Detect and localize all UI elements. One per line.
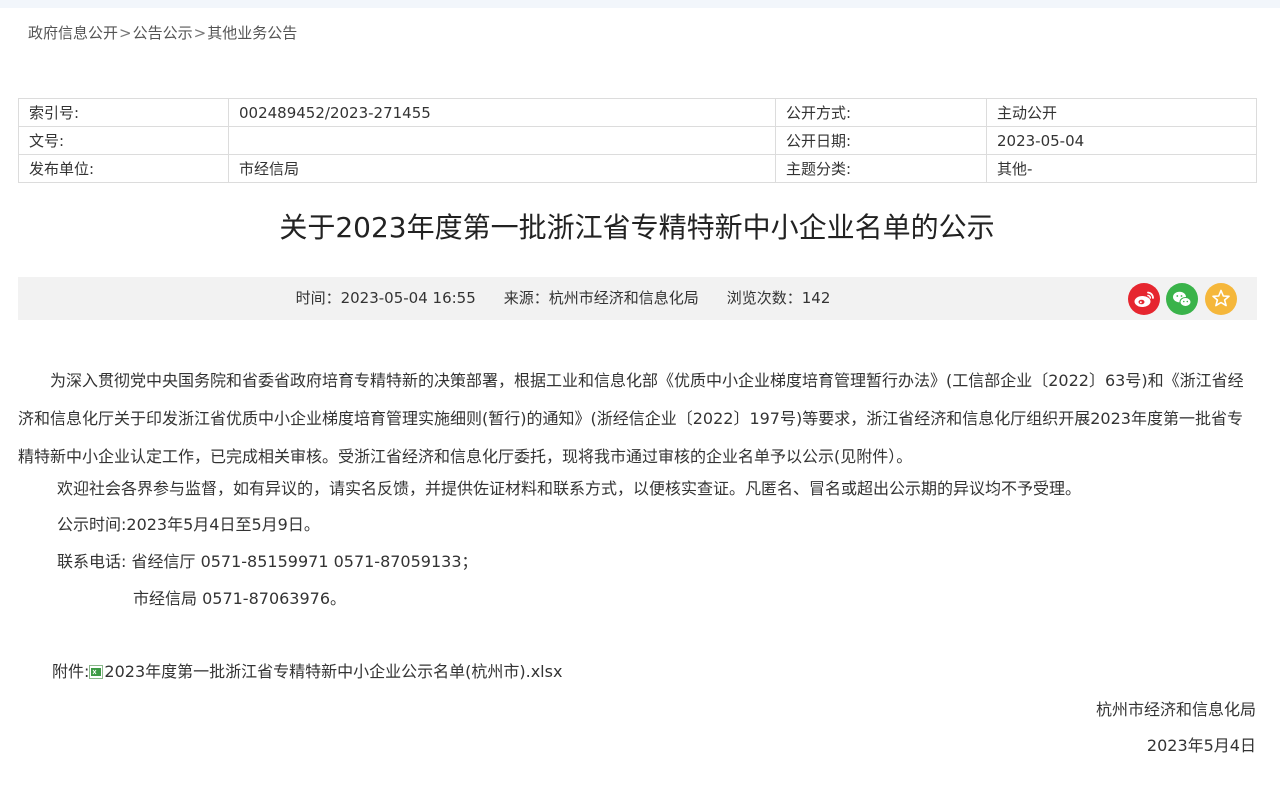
attachment-link[interactable]: 2023年度第一批浙江省专精特新中小企业公示名单(杭州市).xlsx (104, 662, 562, 681)
breadcrumb-link-gov-info[interactable]: 政府信息公开 (28, 24, 118, 42)
star-icon (1205, 283, 1237, 315)
breadcrumb-link-announcements[interactable]: 公告公示 (133, 24, 193, 42)
article-source: 来源：杭州市经济和信息化局 (503, 289, 699, 307)
body-paragraph: 欢迎社会各界参与监督，如有异议的，请实名反馈，并提供佐证材料和联系方式，以便核实… (57, 479, 1082, 498)
body-paragraph: 市经信局 0571-87063976。 (133, 589, 347, 608)
wechat-icon (1166, 283, 1198, 315)
breadcrumb-link-other-announcements[interactable]: 其他业务公告 (207, 24, 297, 42)
meta-row: 文号: 公开日期: 2023-05-04 (18, 126, 1257, 155)
doc-no-label: 文号: (18, 126, 229, 155)
doc-no-value (228, 126, 776, 155)
weibo-icon (1128, 283, 1160, 315)
excel-file-icon (89, 663, 104, 679)
share-weibo-button[interactable] (1128, 283, 1160, 315)
method-label: 公开方式: (775, 98, 987, 127)
date-label: 公开日期: (775, 126, 987, 155)
index-value: 002489452/2023-271455 (228, 98, 776, 127)
sign-date: 2023年5月4日 (1146, 736, 1256, 755)
article-info: 时间：2023-05-04 16:55 来源：杭州市经济和信息化局 浏览次数：142 (18, 277, 1108, 320)
date-value: 2023-05-04 (986, 126, 1257, 155)
meta-row: 发布单位: 市经信局 主题分类: 其他- (18, 154, 1257, 183)
document-meta-table: 索引号: 002489452/2023-271455 公开方式: 主动公开 文号… (18, 98, 1257, 183)
publish-time: 时间：2023-05-04 16:55 (295, 289, 476, 307)
breadcrumb-separator: > (193, 24, 207, 42)
method-value: 主动公开 (986, 98, 1257, 127)
breadcrumb: 政府信息公开>公告公示>其他业务公告 (28, 22, 297, 43)
category-label: 主题分类: (775, 154, 987, 183)
breadcrumb-separator: > (119, 24, 132, 42)
publisher-value: 市经信局 (228, 154, 776, 183)
share-wechat-button[interactable] (1166, 283, 1198, 315)
body-paragraph: 公示时间:2023年5月4日至5月9日。 (57, 515, 320, 534)
attachment-label: 附件: (52, 662, 90, 681)
body-paragraph: 联系电话: 省经信厅 0571-85159971 0571-87059133； (57, 552, 478, 571)
body-paragraph: 为深入贯彻党中央国务院和省委省政府培育专精特新的决策部署，根据工业和信息化部《优… (18, 371, 1244, 466)
meta-row: 索引号: 002489452/2023-271455 公开方式: 主动公开 (18, 98, 1257, 127)
category-value: 其他- (986, 154, 1257, 183)
attachment-line: 附件: 2023年度第一批浙江省专精特新中小企业公示名单(杭州市).xlsx (52, 661, 562, 683)
favorite-button[interactable] (1205, 283, 1237, 315)
publisher-label: 发布单位: (18, 154, 229, 183)
signature: 杭州市经济和信息化局 (1095, 700, 1256, 719)
article-info-bar: 时间：2023-05-04 16:55 来源：杭州市经济和信息化局 浏览次数：142 (18, 277, 1257, 320)
index-label: 索引号: (18, 98, 229, 127)
article-title: 关于2023年度第一批浙江省专精特新中小企业名单的公示 (279, 211, 995, 244)
top-bar (0, 0, 1280, 8)
view-count: 浏览次数：142 (726, 289, 831, 307)
